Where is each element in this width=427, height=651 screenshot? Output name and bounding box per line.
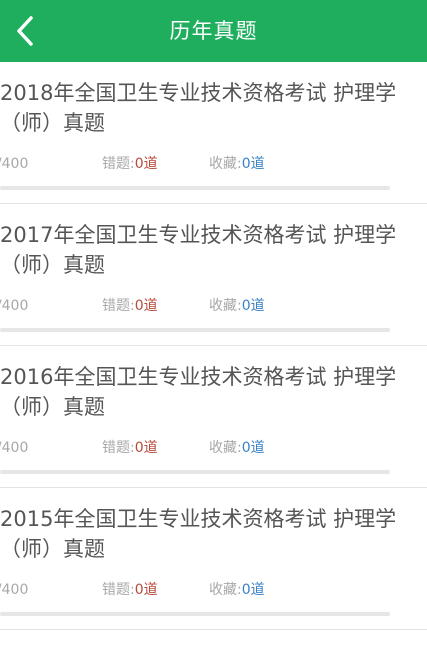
progress-count: 0/400	[0, 156, 29, 172]
exam-stats: 0/400错题:0道收藏:0道	[0, 579, 265, 599]
exam-title: 2016年全国卫生专业技术资格考试 护理学（师）真题	[0, 365, 397, 419]
favorite-label: 收藏:	[209, 156, 242, 172]
progress-bar	[0, 186, 390, 190]
favorite-label: 收藏:	[209, 582, 242, 598]
favorite-label: 收藏:	[209, 298, 242, 314]
exam-title: 2017年全国卫生专业技术资格考试 护理学（师）真题	[0, 223, 397, 277]
favorite-value: 0道	[241, 440, 265, 456]
wrong-label: 错题:	[102, 298, 135, 314]
progress-count: 0/400	[0, 582, 29, 598]
favorite-value: 0道	[241, 298, 265, 314]
wrong-label: 错题:	[102, 440, 135, 456]
exam-item[interactable]: 2015年全国卫生专业技术资格考试 护理学（师）真题 0/400错题:0道收藏:…	[0, 488, 427, 630]
wrong-value: 0道	[134, 298, 158, 314]
exam-stats: 0/400错题:0道收藏:0道	[0, 295, 265, 315]
wrong-label: 错题:	[102, 582, 135, 598]
exam-title: 2018年全国卫生专业技术资格考试 护理学（师）真题	[0, 81, 397, 135]
progress-count: 0/400	[0, 298, 29, 314]
favorite-count[interactable]: 收藏:0道	[209, 582, 265, 598]
exam-item[interactable]: 2018年全国卫生专业技术资格考试 护理学（师）真题 0/400错题:0道收藏:…	[0, 62, 427, 204]
favorite-count[interactable]: 收藏:0道	[209, 298, 265, 314]
wrong-label: 错题:	[102, 156, 135, 172]
progress-count: 0/400	[0, 440, 29, 456]
progress-bar	[0, 470, 390, 474]
wrong-count[interactable]: 错题:0道	[102, 295, 209, 315]
favorite-label: 收藏:	[209, 440, 242, 456]
app-header: 历年真题	[0, 0, 427, 62]
favorite-value: 0道	[241, 156, 265, 172]
page-title: 历年真题	[169, 19, 258, 43]
favorite-value: 0道	[241, 582, 265, 598]
exam-item[interactable]: 2016年全国卫生专业技术资格考试 护理学（师）真题 0/400错题:0道收藏:…	[0, 346, 427, 488]
exam-stats: 0/400错题:0道收藏:0道	[0, 153, 265, 173]
favorite-count[interactable]: 收藏:0道	[209, 440, 265, 456]
favorite-count[interactable]: 收藏:0道	[209, 156, 265, 172]
wrong-value: 0道	[134, 440, 158, 456]
wrong-value: 0道	[134, 582, 158, 598]
exam-item[interactable]: 2017年全国卫生专业技术资格考试 护理学（师）真题 0/400错题:0道收藏:…	[0, 204, 427, 346]
exam-stats: 0/400错题:0道收藏:0道	[0, 437, 265, 457]
wrong-count[interactable]: 错题:0道	[102, 437, 209, 457]
wrong-count[interactable]: 错题:0道	[102, 153, 209, 173]
exam-title: 2015年全国卫生专业技术资格考试 护理学（师）真题	[0, 507, 397, 561]
progress-bar	[0, 328, 390, 332]
wrong-value: 0道	[134, 156, 158, 172]
wrong-count[interactable]: 错题:0道	[102, 579, 209, 599]
progress-bar	[0, 612, 390, 616]
exam-list: 2018年全国卫生专业技术资格考试 护理学（师）真题 0/400错题:0道收藏:…	[0, 62, 427, 630]
